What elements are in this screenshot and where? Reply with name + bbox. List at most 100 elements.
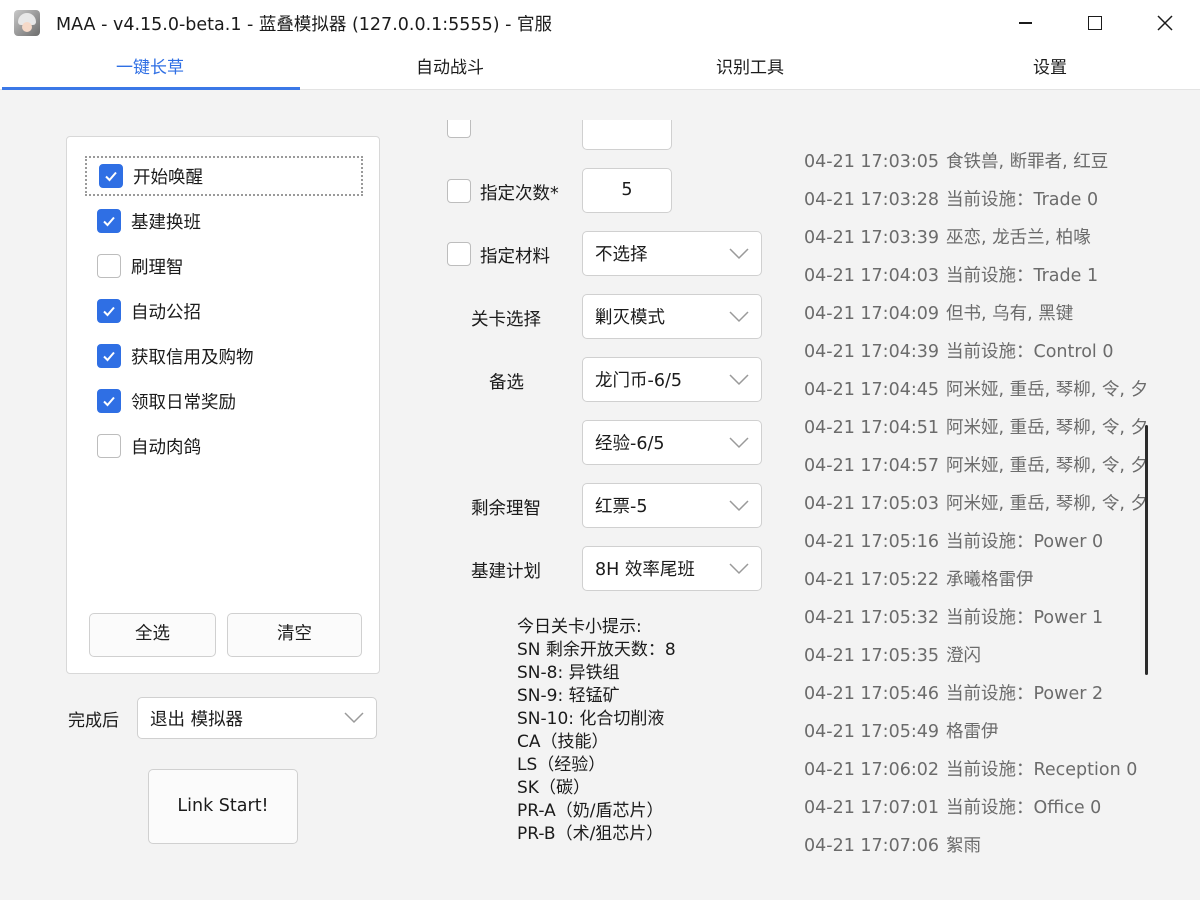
specify-times-label: 指定次数*	[480, 184, 559, 204]
stage-select-value: 剿灭模式	[595, 308, 665, 328]
log-message: 阿米娅, 重岳, 琴柳, 令, 夕	[946, 418, 1148, 438]
log-time: 04-21 17:03:28	[804, 190, 940, 210]
task-item-sanity[interactable]: 刷理智	[97, 246, 357, 286]
infrast-plan-value: 8H 效率尾班	[595, 560, 695, 580]
task-item-roguelike[interactable]: 自动肉鸽	[97, 426, 357, 466]
log-message: 当前设施：Trade 0	[946, 190, 1099, 210]
checkbox-checked[interactable]	[97, 299, 121, 323]
stage-select[interactable]: 剿灭模式	[582, 294, 762, 339]
specify-material-select[interactable]: 不选择	[582, 231, 762, 276]
infrast-plan-select[interactable]: 8H 效率尾班	[582, 546, 762, 591]
maximize-button[interactable]	[1060, 0, 1130, 46]
tips-line: SN-8: 异铁组	[517, 663, 620, 683]
log-time: 04-21 17:04:45	[804, 380, 940, 400]
checkbox-checked[interactable]	[97, 209, 121, 233]
task-label: 自动肉鸽	[131, 437, 201, 458]
log-message: 承曦格雷伊	[946, 570, 1034, 590]
checkbox-checked[interactable]	[97, 389, 121, 413]
tab-settings[interactable]: 设置	[900, 46, 1200, 90]
checkbox-unchecked[interactable]	[97, 254, 121, 278]
app-logo-icon	[14, 10, 40, 36]
checkmark-icon	[103, 306, 115, 317]
log-time: 04-21 17:05:16	[804, 532, 940, 552]
specify-times-input[interactable]: 5	[582, 168, 672, 213]
log-message: 当前设施：Power 0	[946, 532, 1104, 552]
log-message: 絮雨	[946, 836, 981, 856]
checkmark-icon	[103, 396, 115, 407]
log-time: 04-21 17:05:22	[804, 570, 940, 590]
checkbox-checked[interactable]	[99, 164, 123, 188]
log-entry: 04-21 17:05:35 澄闪	[804, 642, 1148, 667]
checkbox-checked[interactable]	[97, 344, 121, 368]
after-complete-select[interactable]: 退出 模拟器	[137, 697, 377, 739]
remaining-sanity-label: 剩余理智	[471, 499, 541, 519]
specify-material-checkbox[interactable]	[447, 242, 471, 266]
partial-field[interactable]	[582, 120, 672, 150]
tab-recognition-tools[interactable]: 识别工具	[600, 46, 900, 90]
task-item-credit-shop[interactable]: 获取信用及购物	[97, 336, 357, 376]
log-message: 食铁兽, 断罪者, 红豆	[946, 152, 1109, 172]
log-entry: 04-21 17:05:16 当前设施：Power 0	[804, 528, 1148, 553]
log-time: 04-21 17:07:01	[804, 798, 940, 818]
log-time: 04-21 17:05:49	[804, 722, 940, 742]
log-entry: 04-21 17:05:22 承曦格雷伊	[804, 566, 1148, 591]
alternate-select-1[interactable]: 龙门币-6/5	[582, 357, 762, 402]
tips-title: 今日关卡小提示:	[517, 617, 642, 637]
clear-button[interactable]: 清空	[227, 613, 362, 657]
tips-line: SK（碳）	[517, 778, 590, 798]
tab-one-key[interactable]: 一键长草	[0, 46, 300, 90]
log-entry: 04-21 17:07:06 絮雨	[804, 832, 1148, 857]
log-entry: 04-21 17:03:05 食铁兽, 断罪者, 红豆	[804, 148, 1148, 173]
link-start-button[interactable]: Link Start!	[148, 769, 298, 844]
task-item-daily-rewards[interactable]: 领取日常奖励	[97, 381, 357, 421]
log-entry: 04-21 17:05:32 当前设施：Power 1	[804, 604, 1148, 629]
log-message: 但书, 乌有, 黑键	[946, 304, 1074, 324]
specify-material-label: 指定材料	[480, 247, 550, 267]
tab-auto-battle[interactable]: 自动战斗	[300, 46, 600, 90]
task-label: 开始唤醒	[133, 167, 203, 188]
log-entry: 04-21 17:05:46 当前设施：Power 2	[804, 680, 1148, 705]
log-entry: 04-21 17:04:39 当前设施：Control 0	[804, 338, 1148, 363]
log-entry: 04-21 17:03:28 当前设施：Trade 0	[804, 186, 1148, 211]
tips-line: PR-A（奶/盾芯片）	[517, 801, 664, 821]
log-message: 阿米娅, 重岳, 琴柳, 令, 夕	[946, 494, 1148, 514]
select-all-button[interactable]: 全选	[89, 613, 216, 657]
task-item-recruit[interactable]: 自动公招	[97, 291, 357, 331]
chevron-down-icon	[729, 373, 749, 385]
stage-select-label: 关卡选择	[471, 310, 541, 330]
log-time: 04-21 17:04:51	[804, 418, 940, 438]
alternate-value-1: 龙门币-6/5	[595, 371, 682, 391]
log-time: 04-21 17:05:46	[804, 684, 940, 704]
log-message: 当前设施：Office 0	[946, 798, 1102, 818]
checkmark-icon	[103, 351, 115, 362]
log-entry: 04-21 17:04:03 当前设施：Trade 1	[804, 262, 1148, 287]
log-entry: 04-21 17:06:02 当前设施：Reception 0	[804, 756, 1148, 781]
checkmark-icon	[103, 216, 115, 227]
task-item-wakeup[interactable]: 开始唤醒	[85, 156, 363, 196]
remaining-sanity-select[interactable]: 红票-5	[582, 483, 762, 528]
task-list-panel: 开始唤醒 基建换班 刷理智 自动公招 获取信用及购物 领取日常奖励 自动肉鸽 全…	[66, 136, 380, 674]
checkbox-unchecked[interactable]	[97, 434, 121, 458]
log-time: 04-21 17:05:03	[804, 494, 940, 514]
task-label: 自动公招	[131, 302, 201, 323]
log-entry: 04-21 17:04:45 阿米娅, 重岳, 琴柳, 令, 夕	[804, 376, 1148, 401]
minimize-button[interactable]	[990, 0, 1060, 46]
log-message: 巫恋, 龙舌兰, 柏喙	[946, 228, 1091, 248]
log-time: 04-21 17:06:02	[804, 760, 940, 780]
log-message: 当前设施：Control 0	[946, 342, 1114, 362]
log-message: 阿米娅, 重岳, 琴柳, 令, 夕	[946, 456, 1148, 476]
task-label: 获取信用及购物	[131, 347, 254, 368]
log-entry: 04-21 17:07:01 当前设施：Office 0	[804, 794, 1148, 819]
task-item-base-shift[interactable]: 基建换班	[97, 201, 357, 241]
after-complete-value: 退出 模拟器	[150, 709, 244, 730]
alternate-value-2: 经验-6/5	[595, 434, 665, 454]
title-bar: MAA - v4.15.0-beta.1 - 蓝叠模拟器 (127.0.0.1:…	[0, 0, 1200, 46]
tab-bar: 一键长草 自动战斗 识别工具 设置	[0, 46, 1200, 90]
specify-times-checkbox[interactable]	[447, 179, 471, 203]
chevron-down-icon	[729, 499, 749, 511]
log-entry: 04-21 17:05:03 阿米娅, 重岳, 琴柳, 令, 夕	[804, 490, 1148, 515]
log-scrollbar[interactable]	[1145, 425, 1148, 675]
alternate-select-2[interactable]: 经验-6/5	[582, 420, 762, 465]
checkbox-partial[interactable]	[447, 120, 471, 138]
close-button[interactable]	[1130, 0, 1200, 46]
